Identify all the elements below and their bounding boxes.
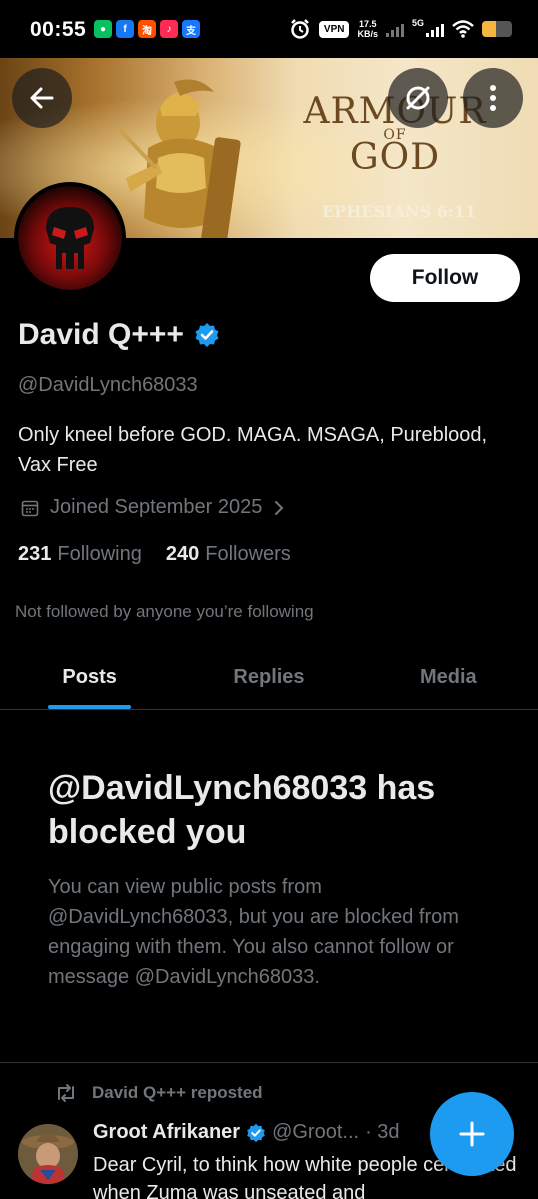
wifi-icon xyxy=(452,20,474,38)
post-header: Groot Afrikaner @Groot... · 3d xyxy=(93,1121,400,1144)
follow-stats: 231 Following 240 Followers xyxy=(18,543,291,566)
speed-value: 17.5 xyxy=(358,19,377,29)
cowboy-avatar-image xyxy=(18,1124,78,1184)
profile-tabs: Posts Replies Media xyxy=(0,646,538,710)
verified-badge-icon[interactable] xyxy=(194,322,220,348)
profile-bio: Only kneel before GOD. MAGA. MSAGA, Pure… xyxy=(18,424,488,476)
facebook-icon: f xyxy=(116,20,134,38)
signal-icon-sim2 xyxy=(385,21,404,37)
punisher-skull-image xyxy=(18,186,122,290)
post-author-avatar[interactable] xyxy=(18,1124,78,1184)
profile-display-name-row: David Q+++ xyxy=(18,318,220,352)
plus-icon xyxy=(459,1121,485,1147)
more-options-button[interactable] xyxy=(463,68,523,128)
tab-posts-label: Posts xyxy=(62,666,117,688)
followers-count: 240 xyxy=(165,543,200,565)
network-speed: 17.5 KB/s xyxy=(357,19,378,39)
tiktok-icon: ♪ xyxy=(160,20,178,38)
display-name: David Q+++ xyxy=(18,318,184,351)
battery-fill xyxy=(482,21,496,37)
back-arrow-icon xyxy=(30,87,54,109)
not-followed-note: Not followed by anyone you’re following xyxy=(15,602,314,621)
status-time: 00:55 xyxy=(30,18,87,41)
joined-date-row[interactable]: Joined September 2025 xyxy=(20,496,286,519)
section-divider xyxy=(0,1062,538,1063)
tab-media[interactable]: Media xyxy=(359,646,538,709)
following-link[interactable]: 231 Following xyxy=(18,543,142,566)
status-indicators: VPN 17.5 KB/s 5G xyxy=(289,18,512,40)
banner-title-line3: GOD xyxy=(349,137,441,178)
blocked-body: You can view public posts from @DavidLyn… xyxy=(48,876,459,988)
chevron-right-icon xyxy=(275,500,284,515)
following-label: Following xyxy=(57,543,142,565)
post-time: · 3d xyxy=(365,1121,400,1143)
back-button[interactable] xyxy=(12,68,72,128)
notification-icons: ● f 淘 ♪ 支 xyxy=(94,20,200,38)
following-count: 231 xyxy=(18,543,52,565)
tab-media-label: Media xyxy=(419,666,477,688)
battery-icon xyxy=(482,21,512,37)
follow-button[interactable]: Follow xyxy=(370,254,520,302)
repost-icon xyxy=(58,1084,74,1102)
more-vertical-icon xyxy=(490,85,496,111)
network-type: 5G xyxy=(411,18,424,28)
followers-label: Followers xyxy=(205,543,291,565)
grok-icon xyxy=(406,86,430,110)
repost-indicator: David Q+++ reposted xyxy=(54,1083,263,1103)
warrior-illustration xyxy=(118,79,241,238)
signal-icon xyxy=(426,21,444,37)
alipay-icon: 支 xyxy=(182,20,200,38)
banner-verse: EPHESIANS 6:11 xyxy=(322,202,477,221)
followers-link[interactable]: 240 Followers xyxy=(166,543,291,566)
wechat-icon: ● xyxy=(94,20,112,38)
calendar-icon xyxy=(21,500,39,516)
reposted-by[interactable]: David Q+++ reposted xyxy=(92,1083,263,1103)
post-author-name[interactable]: Groot Afrikaner xyxy=(93,1121,240,1144)
vpn-badge: VPN xyxy=(318,20,350,38)
tab-replies-label: Replies xyxy=(233,666,305,688)
speed-unit: KB/s xyxy=(357,29,378,39)
compose-post-button[interactable] xyxy=(430,1092,514,1176)
verified-badge-icon xyxy=(247,1123,265,1142)
status-bar: 00:55 ● f 淘 ♪ 支 VPN 17.5 KB/s 5G xyxy=(0,0,538,58)
taobao-icon: 淘 xyxy=(138,20,156,38)
tab-posts[interactable]: Posts xyxy=(0,646,179,709)
skull-icon xyxy=(46,207,94,269)
profile-handle: @DavidLynch68033 xyxy=(18,374,198,396)
profile-avatar[interactable] xyxy=(14,182,126,294)
grok-button[interactable] xyxy=(388,68,448,128)
active-tab-indicator xyxy=(48,705,131,709)
tab-replies[interactable]: Replies xyxy=(179,646,358,709)
alarm-icon xyxy=(291,19,309,39)
post-author-handle[interactable]: @Groot... xyxy=(272,1121,359,1144)
joined-date: Joined September 2025 xyxy=(50,496,263,518)
blocked-title: @DavidLynch68033 has blocked you xyxy=(48,769,436,851)
